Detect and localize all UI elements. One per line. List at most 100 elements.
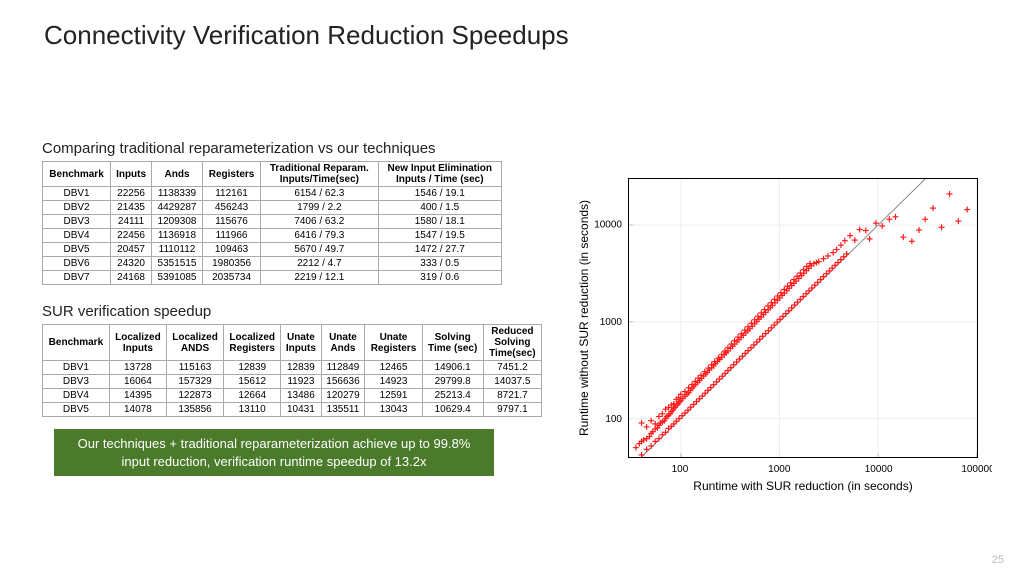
- cell: 2035734: [202, 271, 260, 285]
- cell: 5351515: [152, 257, 203, 271]
- col-header: Ands: [152, 162, 203, 187]
- cell: 112161: [202, 187, 260, 201]
- col-header: Benchmark: [43, 325, 110, 361]
- table-row: DBV3160641573291561211923156636149232979…: [43, 375, 542, 389]
- cell: 21435: [111, 201, 152, 215]
- svg-text:10000: 10000: [594, 219, 622, 230]
- cell: 24111: [111, 215, 152, 229]
- cell: DBV1: [43, 361, 110, 375]
- cell: 14906.1: [422, 361, 483, 375]
- table-reparam: BenchmarkInputsAndsRegistersTraditional …: [42, 161, 502, 285]
- svg-text:1000: 1000: [600, 317, 623, 328]
- col-header: LocalizedInputs: [109, 325, 166, 361]
- cell: 22456: [111, 229, 152, 243]
- svg-text:100: 100: [672, 464, 689, 475]
- col-header: Inputs: [111, 162, 152, 187]
- page-title: Connectivity Verification Reduction Spee…: [44, 20, 569, 51]
- col-header: Registers: [202, 162, 260, 187]
- cell: 14037.5: [483, 375, 541, 389]
- table-row: DBV4143951228731266413486120279125912521…: [43, 389, 542, 403]
- table-row: DBV624320535151519803562212 / 4.7333 / 0…: [43, 257, 502, 271]
- table-row: DBV12225611383391121616154 / 62.31546 / …: [43, 187, 502, 201]
- cell: 1209308: [152, 215, 203, 229]
- table-row: DBV22143544292874562431799 / 2.2400 / 1.…: [43, 201, 502, 215]
- cell: 1547 / 19.5: [378, 229, 502, 243]
- cell: 15612: [224, 375, 281, 389]
- cell: 135511: [321, 403, 365, 417]
- subtitle-1: Comparing traditional reparameterization…: [42, 140, 542, 157]
- col-header: SolvingTime (sec): [422, 325, 483, 361]
- cell: DBV2: [43, 201, 111, 215]
- table-row: BenchmarkLocalizedInputsLocalizedANDSLoc…: [43, 325, 542, 361]
- cell: 7451.2: [483, 361, 541, 375]
- cell: 2219 / 12.1: [261, 271, 378, 285]
- cell: 112849: [321, 361, 365, 375]
- cell: 5391085: [152, 271, 203, 285]
- col-header: Benchmark: [43, 162, 111, 187]
- cell: 14078: [109, 403, 166, 417]
- cell: 5670 / 49.7: [261, 243, 378, 257]
- svg-text:100000: 100000: [961, 464, 992, 475]
- cell: 10629.4: [422, 403, 483, 417]
- cell: 1138339: [152, 187, 203, 201]
- cell: 14923: [365, 375, 422, 389]
- cell: 1110112: [152, 243, 203, 257]
- cell: 25213.4: [422, 389, 483, 403]
- cell: 13728: [109, 361, 166, 375]
- cell: 1799 / 2.2: [261, 201, 378, 215]
- cell: DBV4: [43, 389, 110, 403]
- col-header: UnateRegisters: [365, 325, 422, 361]
- cell: 157329: [166, 375, 223, 389]
- table-row: DBV42245611369181119666416 / 79.31547 / …: [43, 229, 502, 243]
- cell: 456243: [202, 201, 260, 215]
- cell: 109463: [202, 243, 260, 257]
- cell: DBV6: [43, 257, 111, 271]
- cell: 13486: [281, 389, 321, 403]
- cell: 115676: [202, 215, 260, 229]
- cell: DBV4: [43, 229, 111, 243]
- cell: 11923: [281, 375, 321, 389]
- cell: 4429287: [152, 201, 203, 215]
- cell: 12664: [224, 389, 281, 403]
- cell: 6416 / 79.3: [261, 229, 378, 243]
- cell: 12591: [365, 389, 422, 403]
- col-header: New Input EliminationInputs / Time (sec): [378, 162, 502, 187]
- cell: 13110: [224, 403, 281, 417]
- table-speedup: BenchmarkLocalizedInputsLocalizedANDSLoc…: [42, 324, 542, 417]
- cell: 12839: [224, 361, 281, 375]
- cell: 111966: [202, 229, 260, 243]
- cell: 8721.7: [483, 389, 541, 403]
- cell: 14395: [109, 389, 166, 403]
- table-row: DBV724168539108520357342219 / 12.1319 / …: [43, 271, 502, 285]
- cell: 13043: [365, 403, 422, 417]
- col-header: UnateInputs: [281, 325, 321, 361]
- table-row: DBV5140781358561311010431135511130431062…: [43, 403, 542, 417]
- cell: 1546 / 19.1: [378, 187, 502, 201]
- page-number: 25: [992, 554, 1004, 566]
- cell: 10431: [281, 403, 321, 417]
- cell: 400 / 1.5: [378, 201, 502, 215]
- left-column: Comparing traditional reparameterization…: [42, 140, 542, 476]
- table-row: DBV52045711101121094635670 / 49.71472 / …: [43, 243, 502, 257]
- cell: DBV1: [43, 187, 111, 201]
- cell: 20457: [111, 243, 152, 257]
- cell: 12839: [281, 361, 321, 375]
- cell: DBV3: [43, 215, 111, 229]
- cell: 1980356: [202, 257, 260, 271]
- cell: 122873: [166, 389, 223, 403]
- cell: 333 / 0.5: [378, 257, 502, 271]
- cell: 1580 / 18.1: [378, 215, 502, 229]
- svg-text:10000: 10000: [865, 464, 893, 475]
- col-header: UnateAnds: [321, 325, 365, 361]
- cell: 24168: [111, 271, 152, 285]
- svg-text:Runtime without SUR reduction: Runtime without SUR reduction (in second…: [577, 200, 591, 436]
- table-row: DBV32411112093081156767406 / 63.21580 / …: [43, 215, 502, 229]
- cell: 2212 / 4.7: [261, 257, 378, 271]
- cell: 135856: [166, 403, 223, 417]
- cell: DBV5: [43, 243, 111, 257]
- col-header: ReducedSolvingTime(sec): [483, 325, 541, 361]
- table-row: DBV1137281151631283912839112849124651490…: [43, 361, 542, 375]
- col-header: LocalizedANDS: [166, 325, 223, 361]
- cell: DBV5: [43, 403, 110, 417]
- svg-text:Runtime with SUR reduction (in: Runtime with SUR reduction (in seconds): [693, 479, 912, 493]
